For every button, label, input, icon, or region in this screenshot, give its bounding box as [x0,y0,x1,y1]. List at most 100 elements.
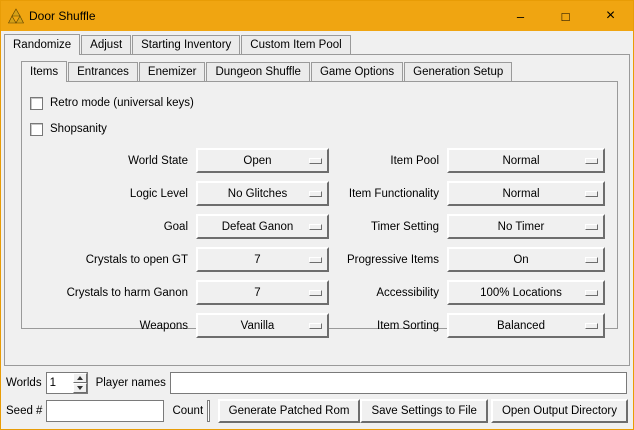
randomize-pane: Items Entrances Enemizer Dungeon Shuffle… [4,54,630,366]
weapons-value: Vanilla [241,320,285,332]
accessibility-label: Accessibility [329,287,447,299]
dropdown-indicator-icon [585,224,598,230]
world-state-label: World State [28,155,196,167]
accessibility-row: Accessibility 100% Locations [329,280,605,305]
dropdown-indicator-icon [309,158,322,164]
crystals-ganon-value: 7 [254,287,270,299]
item-pool-label: Item Pool [329,155,447,167]
left-options-column: World State Open Logic Level No Glitches [28,148,329,346]
open-output-directory-button[interactable]: Open Output Directory [491,399,628,423]
count-input[interactable] [208,401,209,421]
item-sorting-label: Item Sorting [329,320,447,332]
accessibility-value: 100% Locations [480,287,572,299]
main-tab-bar: Randomize Adjust Starting Inventory Cust… [4,34,633,54]
world-state-value: Open [243,155,281,167]
options-grid: World State Open Logic Level No Glitches [28,148,617,346]
worlds-row: Worlds Player names [6,371,628,395]
titlebar[interactable]: Door Shuffle – □ × [1,1,633,31]
tab-enemizer[interactable]: Enemizer [139,62,206,81]
item-sorting-value: Balanced [497,320,555,332]
item-functionality-value: Normal [502,188,549,200]
dropdown-indicator-icon [585,290,598,296]
goal-select[interactable]: Defeat Ganon [196,214,329,239]
worlds-label: Worlds [6,377,42,389]
save-settings-button[interactable]: Save Settings to File [360,399,487,423]
worlds-input[interactable] [47,373,73,393]
tab-entrances[interactable]: Entrances [68,62,138,81]
crystals-gt-select[interactable]: 7 [196,247,329,272]
logic-level-label: Logic Level [28,188,196,200]
tab-adjust[interactable]: Adjust [81,35,131,54]
dropdown-indicator-icon [309,224,322,230]
timer-setting-value: No Timer [498,221,555,233]
crystals-gt-label: Crystals to open GT [28,254,196,266]
close-button[interactable]: × [588,1,633,31]
dropdown-indicator-icon [585,191,598,197]
worlds-spin-arrows [73,373,87,393]
worlds-spinbox[interactable] [46,372,88,394]
maximize-icon: □ [562,9,570,24]
worlds-spin-down-button[interactable] [73,383,87,393]
window-title: Door Shuffle [29,9,96,23]
crystals-ganon-label: Crystals to harm Ganon [28,287,196,299]
item-pool-value: Normal [502,155,549,167]
count-spinbox[interactable] [207,400,209,422]
seed-input[interactable] [46,400,164,422]
maximize-button[interactable]: □ [543,1,588,31]
progressive-items-value: On [513,254,538,266]
checkbox-box-icon [30,97,43,110]
item-functionality-label: Item Functionality [329,188,447,200]
worlds-spin-up-button[interactable] [73,373,87,383]
weapons-label: Weapons [28,320,196,332]
dropdown-indicator-icon [585,323,598,329]
app-icon [8,8,24,24]
item-functionality-row: Item Functionality Normal [329,181,605,206]
item-sorting-select[interactable]: Balanced [447,313,605,338]
checkbox-retro-mode-label: Retro mode (universal keys) [50,97,194,109]
progressive-items-row: Progressive Items On [329,247,605,272]
crystals-gt-value: 7 [254,254,270,266]
generate-patched-rom-button[interactable]: Generate Patched Rom [218,399,361,423]
up-arrow-icon [77,376,83,380]
weapons-select[interactable]: Vanilla [196,313,329,338]
tab-dungeon-shuffle[interactable]: Dungeon Shuffle [206,62,309,81]
accessibility-select[interactable]: 100% Locations [447,280,605,305]
world-state-select[interactable]: Open [196,148,329,173]
count-label: Count [172,405,203,417]
progressive-items-label: Progressive Items [329,254,447,266]
logic-level-row: Logic Level No Glitches [28,181,329,206]
dropdown-indicator-icon [585,257,598,263]
tab-starting-inventory[interactable]: Starting Inventory [132,35,240,54]
checkbox-shopsanity[interactable]: Shopsanity [30,118,617,140]
dropdown-indicator-icon [309,323,322,329]
progressive-items-select[interactable]: On [447,247,605,272]
minimize-button[interactable]: – [498,1,543,31]
seed-label: Seed # [6,405,42,417]
tab-generation-setup[interactable]: Generation Setup [404,62,512,81]
dropdown-indicator-icon [309,257,322,263]
right-options-column: Item Pool Normal Item Functionality Norm… [329,148,605,346]
tab-randomize[interactable]: Randomize [4,34,80,55]
logic-level-select[interactable]: No Glitches [196,181,329,206]
player-names-input[interactable] [170,372,627,394]
crystals-ganon-row: Crystals to harm Ganon 7 [28,280,329,305]
item-functionality-select[interactable]: Normal [447,181,605,206]
checkbox-retro-mode[interactable]: Retro mode (universal keys) [30,92,617,114]
timer-setting-select[interactable]: No Timer [447,214,605,239]
crystals-ganon-select[interactable]: 7 [196,280,329,305]
logic-level-value: No Glitches [228,188,297,200]
item-pool-select[interactable]: Normal [447,148,605,173]
tab-game-options[interactable]: Game Options [311,62,403,81]
player-names-label: Player names [96,377,166,389]
tab-items[interactable]: Items [21,61,67,82]
minimize-icon: – [517,9,524,24]
item-sorting-row: Item Sorting Balanced [329,313,605,338]
dropdown-indicator-icon [585,158,598,164]
tab-custom-item-pool[interactable]: Custom Item Pool [241,35,350,54]
close-icon: × [606,7,615,25]
world-state-row: World State Open [28,148,329,173]
dropdown-indicator-icon [309,191,322,197]
item-pool-row: Item Pool Normal [329,148,605,173]
sub-tab-bar: Items Entrances Enemizer Dungeon Shuffle… [21,61,629,81]
goal-label: Goal [28,221,196,233]
